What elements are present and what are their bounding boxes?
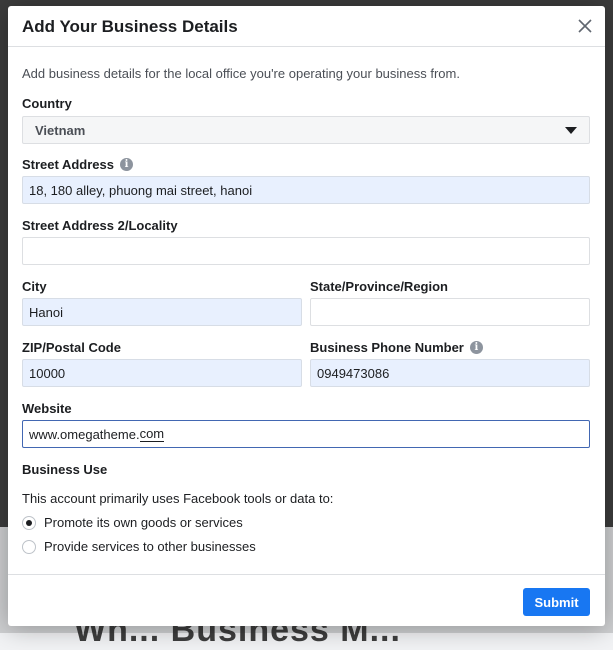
website-label: Website <box>22 401 72 416</box>
close-icon <box>578 19 592 33</box>
phone-input[interactable]: 0949473086 <box>310 359 590 387</box>
website-input[interactable]: www.omegatheme. com <box>22 420 590 448</box>
phone-label: Business Phone Number i <box>310 340 483 355</box>
street-address-2-input[interactable] <box>22 237 590 265</box>
city-label: City <box>22 279 47 294</box>
business-details-dialog: Add Your Business Details Add business d… <box>8 6 605 626</box>
street-address-input[interactable]: 18, 180 alley, phuong mai street, hanoi <box>22 176 590 204</box>
dialog-footer: Submit <box>8 574 605 626</box>
street-address-2-label: Street Address 2/Locality <box>22 218 178 233</box>
zip-label: ZIP/Postal Code <box>22 340 121 355</box>
business-use-label: Business Use <box>22 462 108 477</box>
intro-text: Add business details for the local offic… <box>22 66 460 81</box>
caret-down-icon <box>565 126 577 134</box>
info-icon[interactable]: i <box>120 158 133 171</box>
country-label: Country <box>22 96 72 111</box>
info-icon[interactable]: i <box>469 341 483 354</box>
radio-provide-services[interactable]: Provide services to other businesses <box>22 539 256 554</box>
country-value: Vietnam <box>35 122 86 138</box>
radio-promote-own[interactable]: Promote its own goods or services <box>22 515 243 530</box>
state-label: State/Province/Region <box>310 279 448 294</box>
submit-button[interactable]: Submit <box>523 588 590 616</box>
state-input[interactable] <box>310 298 590 326</box>
country-select[interactable]: Vietnam <box>22 116 590 144</box>
dialog-header: Add Your Business Details <box>8 6 605 47</box>
zip-input[interactable]: 10000 <box>22 359 302 387</box>
dialog-title: Add Your Business Details <box>22 17 238 36</box>
business-use-question: This account primarily uses Facebook too… <box>22 491 334 506</box>
close-button[interactable] <box>573 14 597 38</box>
radio-button[interactable] <box>22 539 36 554</box>
city-input[interactable]: Hanoi <box>22 298 302 326</box>
radio-button[interactable] <box>22 515 36 530</box>
street-address-label: Street Address i <box>22 157 133 172</box>
